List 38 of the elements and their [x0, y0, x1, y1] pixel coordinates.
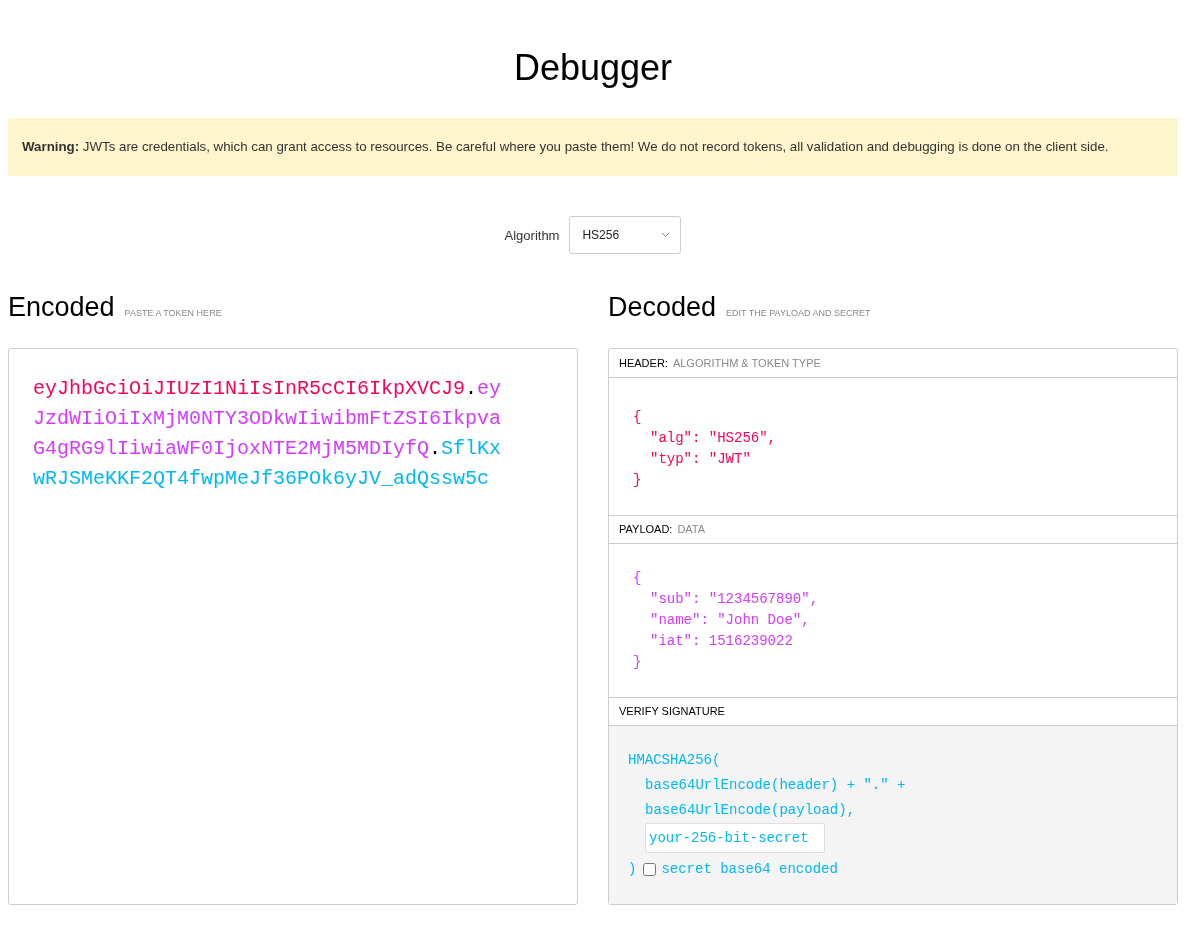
algorithm-select[interactable]: HS256 [569, 216, 682, 254]
warning-banner: Warning: JWTs are credentials, which can grant access to resources. Be careful where you paste them! We do not record tokens, all validation and debugging is done on the client side. [8, 118, 1178, 176]
json-line: } [633, 652, 642, 672]
token-signature: wRJSMeKKF2QT4fwpMeJf36POk6yJV_adQssw5c [33, 467, 490, 490]
token-signature: SflKx [441, 437, 502, 460]
json-line: { [633, 407, 642, 427]
json-line: "iat": 1516239022 [649, 631, 793, 651]
base64-checkbox[interactable] [643, 863, 657, 876]
section-label: VERIFY SIGNATURE [619, 705, 725, 718]
token-header: eyJhbGciOiJIUzI1NiIsInR5cCI6IkpXVCJ9 [33, 377, 466, 400]
token-separator: . [429, 437, 442, 460]
json-line: { [633, 568, 642, 588]
token-payload: G4gRG9lIiwiaWF0IjoxNTE2MjM5MDIyfQ [33, 437, 430, 460]
encoded-token-editor[interactable]: eyJhbGciOiJIUzI1NiIsInR5cCI6IkpXVCJ9.ey JzdWIiOiIxMjM0NTY3ODkwIiwibmFtZSI6Ikpva G4gRG9lIiwiaWF0IjoxNTE2MjM5MDIyfQ.SflKx wRJSMeKKF2QT4fwpMeJf36POk6yJV_adQssw5c [8, 348, 578, 905]
json-line: "sub": "1234567890", [649, 589, 819, 609]
section-label: PAYLOAD: [619, 523, 673, 536]
section-sublabel: DATA [677, 523, 706, 536]
token-payload: ey [477, 377, 502, 400]
signature-code-line: base64UrlEncode(header) + "." + [644, 776, 906, 795]
chevron-down-icon [661, 232, 671, 238]
checkbox-label: secret base64 encoded [661, 860, 838, 879]
section-label: HEADER: [619, 356, 668, 369]
encoded-hint: PASTE A TOKEN HERE [124, 308, 222, 318]
decoded-heading: Decoded [608, 292, 717, 323]
json-line: } [633, 470, 642, 490]
token-separator: . [465, 377, 478, 400]
json-line: "alg": "HS256", [649, 428, 777, 448]
encoded-heading: Encoded [8, 292, 115, 323]
token-payload: JzdWIiOiIxMjM0NTY3ODkwIiwibmFtZSI6Ikpva [33, 407, 502, 430]
decoded-hint: EDIT THE PAYLOAD AND SECRET [726, 308, 871, 318]
signature-code-line: ) [628, 860, 637, 879]
algorithm-label: Algorithm [504, 227, 560, 243]
signature-code-line: base64UrlEncode(payload), [644, 801, 856, 820]
json-line: "typ": "JWT" [649, 449, 751, 469]
page-title: Debugger [513, 46, 673, 90]
section-sublabel: ALGORITHM & TOKEN TYPE [672, 356, 821, 369]
signature-code-line: HMACSHA256( [628, 751, 721, 770]
json-line: "name": "John Doe", [649, 610, 810, 630]
